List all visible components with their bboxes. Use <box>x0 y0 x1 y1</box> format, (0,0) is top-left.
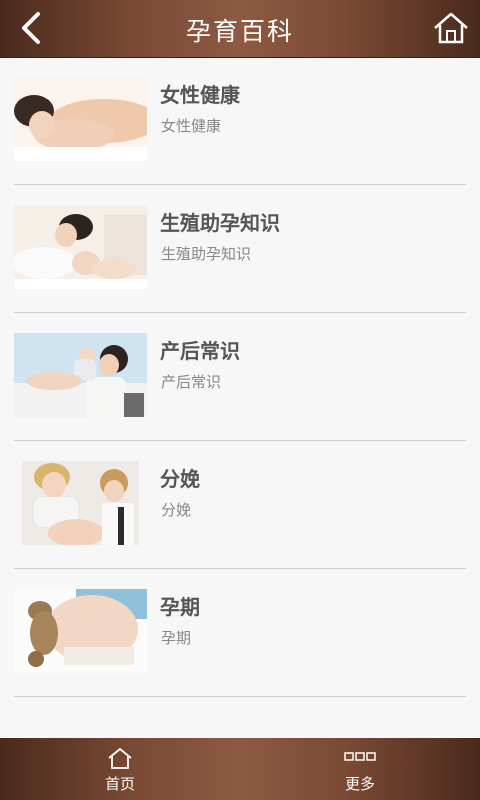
tab-more[interactable]: 更多 <box>240 738 480 800</box>
home-icon <box>434 12 468 44</box>
tab-home[interactable]: 首页 <box>0 738 240 800</box>
list-item-pregnancy[interactable]: 孕期 孕期 <box>14 569 466 697</box>
item-subtitle: 分娩 <box>161 501 192 519</box>
item-subtitle: 生殖助孕知识 <box>161 245 252 263</box>
woman-relaxing-photo <box>14 77 147 161</box>
item-title: 生殖助孕知识 <box>160 211 280 235</box>
item-subtitle: 女性健康 <box>161 117 222 135</box>
item-title: 女性健康 <box>160 83 240 107</box>
pregnant-belly-teddy-bear-photo <box>14 589 147 673</box>
item-subtitle: 产后常识 <box>161 373 222 391</box>
item-title: 产后常识 <box>160 339 240 363</box>
item-subtitle: 孕期 <box>161 629 192 647</box>
page-title: 孕育百科 <box>185 17 294 46</box>
bottom-tab-bar: 首页 更多 <box>0 738 480 800</box>
list-item-fertility-knowledge[interactable]: 生殖助孕知识 生殖助孕知识 <box>14 185 466 313</box>
item-title: 分娩 <box>160 467 200 491</box>
pregnant-woman-with-doctor-photo <box>22 461 139 545</box>
home-button[interactable] <box>432 10 470 46</box>
list-item-childbirth[interactable]: 分娩 分娩 <box>14 441 466 569</box>
more-icon <box>344 752 376 761</box>
category-list: 女性健康 女性健康 生殖助孕知识 生殖助孕知识 产后常识 产后常识 分娩 分娩 … <box>0 57 480 697</box>
tab-label: 首页 <box>104 775 135 793</box>
mother-and-baby-photo <box>14 205 147 289</box>
tab-label: 更多 <box>344 775 375 793</box>
list-item-postpartum-knowledge[interactable]: 产后常识 产后常识 <box>14 313 466 441</box>
mother-lifting-baby-photo <box>14 333 147 417</box>
header-bar: 孕育百科 <box>0 0 480 57</box>
home-icon <box>108 748 132 769</box>
list-item-womens-health[interactable]: 女性健康 女性健康 <box>14 57 466 185</box>
item-title: 孕期 <box>160 595 200 619</box>
